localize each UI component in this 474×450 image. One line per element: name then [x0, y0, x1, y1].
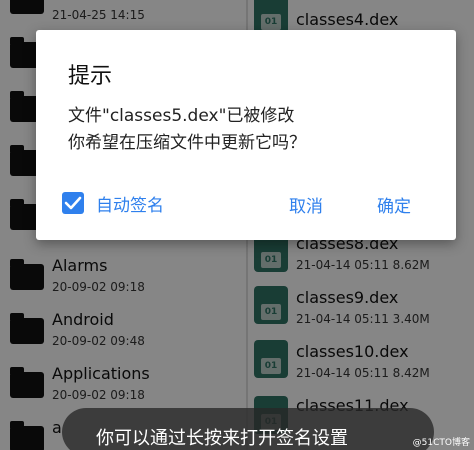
dialog-title: 提示 — [68, 64, 113, 89]
cancel-button[interactable]: 取消 — [289, 192, 323, 217]
checkmark-icon — [64, 196, 82, 210]
auto-sign-label[interactable]: 自动签名 — [96, 191, 164, 216]
auto-sign-checkbox-row[interactable]: 自动签名 — [62, 190, 164, 216]
modify-prompt-dialog: 提示 文件"classes5.dex"已被修改 你希望在压缩文件中更新它吗？ 自… — [36, 30, 456, 240]
dialog-message-line2: 你希望在压缩文件中更新它吗？ — [68, 133, 306, 153]
toast: 你可以通过长按来打开签名设置 — [62, 408, 434, 450]
auto-sign-checkbox[interactable] — [62, 192, 84, 214]
ok-button[interactable]: 确定 — [377, 192, 411, 217]
dialog-message: 文件"classes5.dex"已被修改 你希望在压缩文件中更新它吗？ — [68, 103, 306, 157]
dialog-message-line1: 文件"classes5.dex"已被修改 — [68, 106, 295, 126]
watermark: @51CTO博客 — [412, 438, 470, 448]
toast-text: 你可以通过长按来打开签名设置 — [96, 428, 348, 449]
